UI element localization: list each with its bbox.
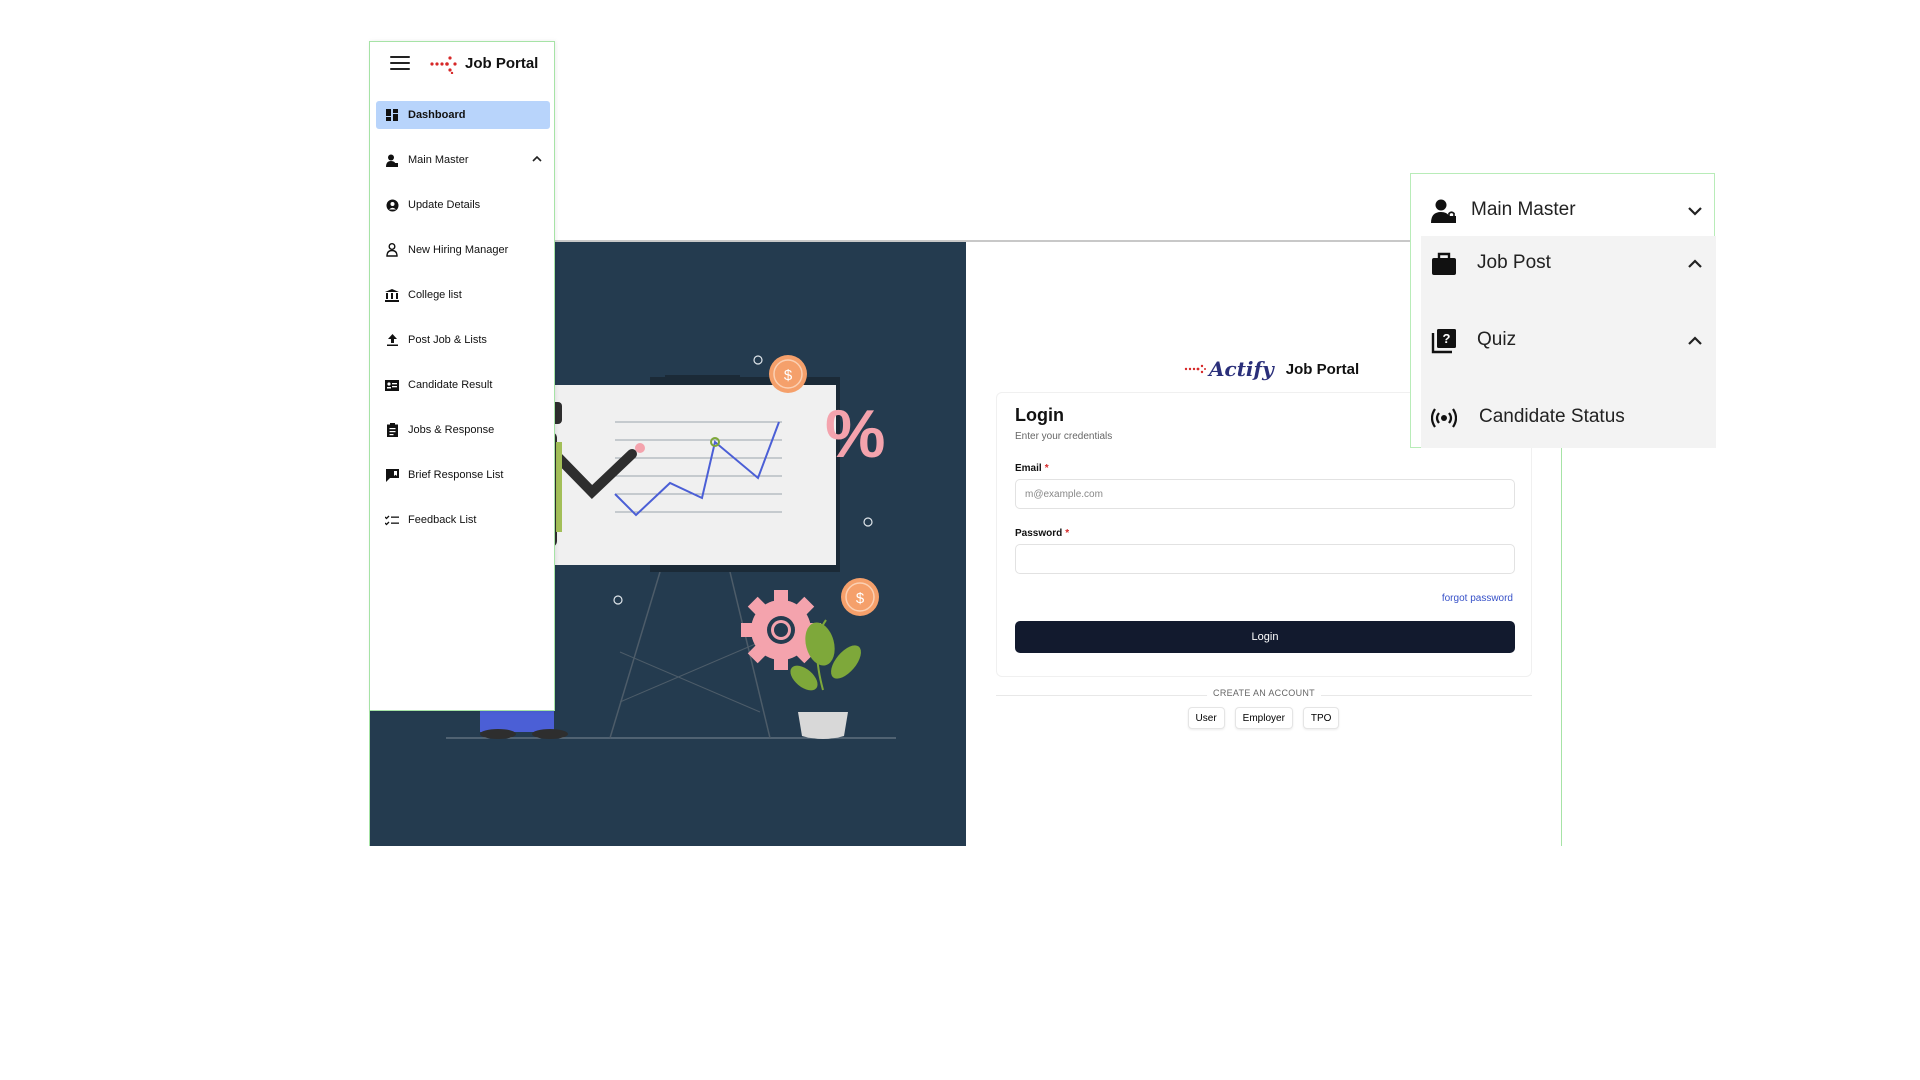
email-field[interactable]	[1015, 479, 1515, 509]
chevron-up-icon[interactable]	[532, 154, 542, 164]
sidebar-item-label: Jobs & Response	[408, 424, 495, 436]
create-account-label: CREATE AN ACCOUNT	[1207, 688, 1321, 698]
chevron-up-icon[interactable]	[1686, 255, 1704, 273]
coin-symbol: $	[856, 590, 865, 607]
create-user-button[interactable]: User	[1187, 707, 1225, 729]
floating-menu: Main Master Job Post ? Quiz Candidate St…	[1410, 173, 1716, 448]
menu-item-main-master[interactable]: Main Master	[1411, 184, 1716, 236]
actify-logo-text: Actify	[1209, 357, 1274, 381]
account-type-buttons: User Employer TPO	[966, 707, 1561, 729]
job-portal-logo-icon	[430, 56, 457, 74]
menu-item-label: Main Master	[1471, 199, 1576, 220]
menu-item-label: Quiz	[1477, 329, 1517, 350]
checklist-icon	[385, 513, 399, 527]
menu-item-label: Candidate Status	[1479, 406, 1625, 427]
quiz-icon: ?	[1431, 329, 1456, 354]
clipboard-icon	[385, 423, 399, 437]
menu-item-quiz[interactable]: ? Quiz	[1411, 314, 1716, 366]
institution-icon	[385, 288, 399, 302]
sidebar-item-label: Post Job & Lists	[408, 334, 487, 346]
sidebar-item-label: Dashboard	[408, 109, 466, 121]
bookmark-icon	[385, 468, 399, 482]
svg-text:?: ?	[1443, 331, 1451, 346]
login-subtitle: Enter your credentials	[1015, 431, 1113, 442]
password-label-text: Password	[1015, 528, 1063, 539]
coin-symbol: $	[784, 367, 793, 384]
sidebar-header: Job Portal	[370, 42, 556, 87]
login-brand-title: Job Portal	[1285, 360, 1360, 378]
sidebar-item-new-hiring-manager[interactable]: New Hiring Manager	[376, 236, 550, 264]
menu-icon[interactable]	[390, 56, 410, 72]
sidebar-brand-title: Job Portal	[465, 55, 539, 72]
sidebar-item-label: Brief Response List	[408, 469, 504, 481]
dashboard-icon	[385, 108, 399, 122]
required-mark: *	[1065, 528, 1070, 539]
menu-item-label: Job Post	[1477, 252, 1551, 273]
sidebar-item-label: Main Master	[408, 154, 469, 166]
create-employer-button[interactable]: Employer	[1234, 707, 1293, 729]
create-account-divider: CREATE AN ACCOUNT	[996, 688, 1532, 702]
menu-item-candidate-status[interactable]: Candidate Status	[1411, 391, 1716, 443]
actify-logo-icon	[1184, 364, 1206, 374]
sidebar-item-label: Update Details	[408, 199, 481, 211]
sidebar-item-dashboard[interactable]: Dashboard	[376, 101, 550, 129]
login-title: Login	[1015, 405, 1064, 425]
login-brand: Actify Job Portal	[1184, 357, 1359, 381]
sidebar-item-candidate-result[interactable]: Candidate Result	[376, 371, 550, 399]
password-field[interactable]	[1015, 544, 1515, 574]
sidebar-item-update-details[interactable]: Update Details	[376, 191, 550, 219]
password-label: Password *	[1015, 528, 1069, 539]
sidebar-item-label: Feedback List	[408, 514, 477, 526]
broadcast-icon	[1431, 408, 1457, 428]
sidebar-item-brief-response[interactable]: Brief Response List	[376, 461, 550, 489]
person-lock-icon	[385, 243, 399, 257]
briefcase-icon	[1432, 252, 1456, 275]
sidebar-item-jobs-response[interactable]: Jobs & Response	[376, 416, 550, 444]
forgot-password-link[interactable]: forgot password	[1442, 593, 1513, 604]
sidebar-item-main-master[interactable]: Main Master	[376, 146, 550, 174]
sidebar-item-post-job[interactable]: Post Job & Lists	[376, 326, 550, 354]
sidebar-item-label: College list	[408, 289, 462, 301]
create-tpo-button[interactable]: TPO	[1302, 707, 1340, 729]
sidebar: Job Portal Dashboard Main Master Update …	[369, 41, 555, 711]
sidebar-item-college-list[interactable]: College list	[376, 281, 550, 309]
login-button[interactable]: Login	[1015, 621, 1515, 653]
email-label: Email *	[1015, 463, 1049, 474]
result-card-icon	[385, 378, 399, 392]
chevron-up-icon[interactable]	[1686, 332, 1704, 350]
user-lock-icon	[1431, 199, 1456, 223]
menu-item-job-post[interactable]: Job Post	[1411, 237, 1716, 289]
sidebar-item-label: Candidate Result	[408, 379, 493, 391]
user-icon	[385, 153, 399, 167]
percent-symbol: %	[825, 396, 885, 472]
email-label-text: Email	[1015, 463, 1042, 474]
sidebar-item-label: New Hiring Manager	[408, 244, 509, 256]
actify-logo: Actify	[1184, 357, 1274, 381]
account-circle-icon	[385, 198, 399, 212]
required-mark: *	[1044, 463, 1049, 474]
sidebar-item-feedback-list[interactable]: Feedback List	[376, 506, 550, 534]
chevron-down-icon[interactable]	[1686, 202, 1704, 220]
upload-icon	[385, 333, 399, 347]
